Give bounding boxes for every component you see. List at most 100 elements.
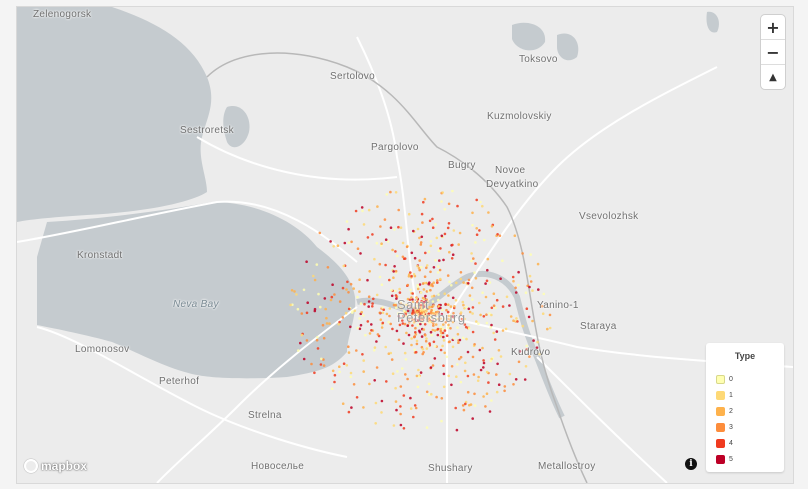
zoom-in-button[interactable]: +: [761, 15, 785, 40]
incident-point: [498, 234, 502, 237]
incident-point: [488, 281, 492, 284]
incident-point: [352, 287, 356, 290]
incident-point: [487, 381, 490, 384]
incident-point: [333, 380, 336, 384]
incident-point: [389, 322, 393, 326]
mapbox-logo[interactable]: mapbox: [24, 459, 87, 473]
place-label: Bugry: [448, 160, 476, 171]
incident-point: [548, 326, 552, 330]
incident-point: [394, 269, 398, 273]
incident-point: [447, 374, 451, 378]
incident-point: [362, 223, 366, 226]
incident-point: [421, 347, 425, 351]
incident-point: [475, 227, 479, 230]
incident-point: [419, 291, 423, 294]
incident-point: [347, 291, 350, 294]
incident-point: [542, 292, 546, 296]
incident-point: [443, 207, 447, 211]
place-label: Devyatkino: [486, 179, 539, 190]
incident-point: [434, 259, 437, 262]
incident-point: [380, 411, 383, 414]
incident-point: [504, 327, 508, 331]
incident-point: [456, 363, 459, 366]
incident-point: [425, 337, 428, 340]
incident-point: [476, 379, 480, 383]
incident-point: [420, 235, 424, 239]
incident-point: [521, 324, 525, 328]
incident-point: [372, 297, 375, 301]
incident-point: [352, 383, 356, 386]
incident-point: [329, 298, 333, 302]
incident-point: [468, 310, 472, 314]
incident-point: [395, 329, 399, 333]
incident-point: [440, 397, 444, 400]
incident-point: [403, 351, 407, 355]
incident-point: [401, 241, 405, 245]
incident-point: [347, 410, 351, 414]
incident-point: [399, 412, 402, 416]
incident-point: [472, 257, 475, 260]
incident-point: [524, 365, 528, 368]
incident-point: [427, 250, 431, 253]
incident-point: [345, 288, 348, 291]
incident-point: [477, 375, 480, 379]
incident-point: [347, 307, 351, 311]
info-icon[interactable]: i: [685, 458, 697, 470]
incident-point: [359, 302, 363, 305]
incident-point: [462, 408, 466, 412]
legend-item: 0: [716, 374, 733, 384]
incident-point: [331, 283, 334, 287]
incident-point: [484, 282, 487, 285]
incident-point: [429, 244, 433, 248]
incident-point: [521, 252, 524, 255]
incident-point: [333, 293, 336, 296]
incident-point: [323, 297, 327, 300]
incident-point: [381, 306, 384, 309]
place-label: Новоселье: [251, 461, 305, 472]
incident-point: [445, 355, 449, 359]
incident-point: [481, 204, 484, 208]
incident-point: [423, 275, 427, 279]
incident-point: [446, 326, 450, 329]
incident-point: [503, 385, 507, 388]
incident-point: [443, 292, 447, 296]
incident-point: [363, 302, 366, 306]
incident-point: [485, 279, 489, 283]
incident-point: [450, 383, 453, 387]
incident-point: [362, 370, 366, 373]
incident-point: [414, 326, 417, 330]
incident-point: [375, 293, 379, 297]
incident-point: [450, 284, 453, 287]
incident-point: [490, 399, 493, 402]
incident-point: [492, 331, 496, 335]
incident-point: [338, 370, 341, 374]
incident-point: [414, 350, 418, 354]
incident-point: [418, 259, 422, 262]
incident-point: [387, 320, 391, 324]
incident-point: [391, 248, 394, 252]
incident-point: [546, 327, 549, 331]
incident-point: [442, 335, 445, 339]
incident-point: [413, 256, 417, 260]
incident-point: [467, 327, 471, 330]
incident-point: [406, 283, 410, 287]
incident-point: [532, 339, 535, 342]
map-canvas[interactable]: Zelenogorsk Sertolovo Toksovo Sestrorets…: [16, 6, 794, 484]
incident-point: [455, 375, 458, 379]
compass-button[interactable]: ▲: [761, 65, 785, 89]
incident-point: [422, 288, 426, 291]
place-label: Shushary: [428, 463, 473, 474]
zoom-out-button[interactable]: −: [761, 40, 785, 65]
incident-point: [397, 208, 401, 212]
incident-point: [456, 332, 460, 336]
incident-point: [332, 245, 336, 248]
incident-point: [456, 326, 459, 329]
incident-point: [415, 339, 419, 343]
incident-point: [423, 197, 427, 201]
incident-point: [449, 327, 452, 330]
incident-point: [299, 341, 302, 345]
incident-point: [321, 323, 325, 327]
incident-point: [439, 277, 442, 281]
incident-point: [361, 209, 364, 213]
incident-point: [410, 343, 413, 347]
